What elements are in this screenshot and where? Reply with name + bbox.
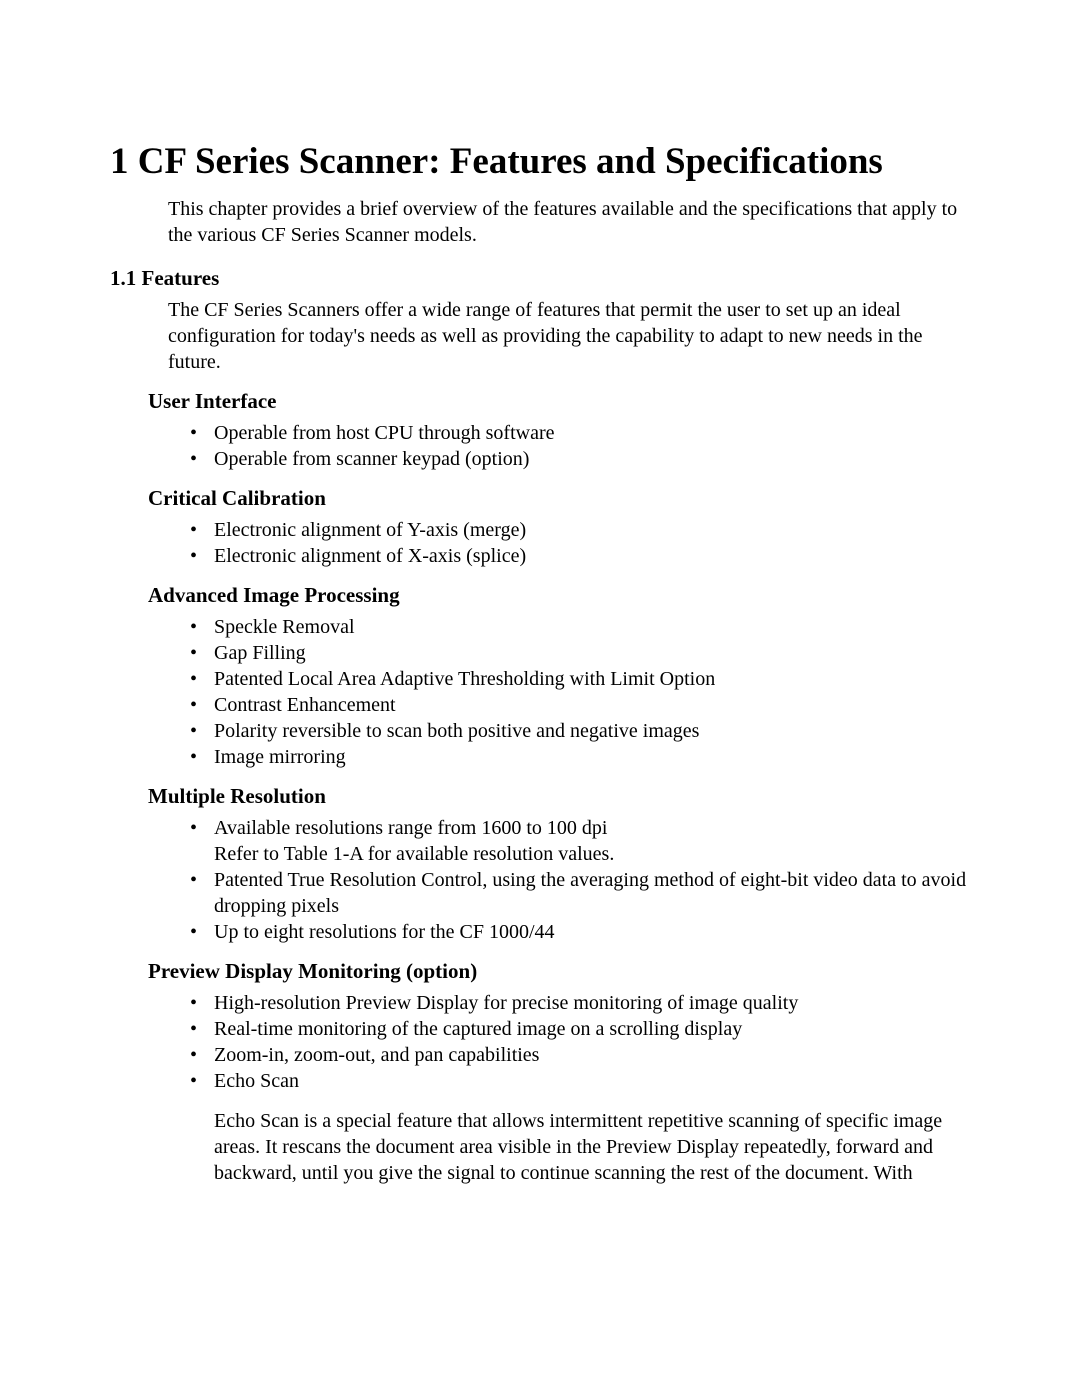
chapter-title: 1 CF Series Scanner: Features and Specif… (110, 140, 980, 184)
echo-scan-paragraph: Echo Scan is a special feature that allo… (214, 1108, 980, 1186)
list-item: Speckle Removal (190, 614, 980, 640)
list-item: Patented True Resolution Control, using … (190, 867, 980, 919)
list-item: Patented Local Area Adaptive Thresholdin… (190, 666, 980, 692)
list-item: Operable from scanner keypad (option) (190, 446, 980, 472)
features-heading: 1.1 Features (110, 266, 980, 291)
multiple-resolution-list: Available resolutions range from 1600 to… (190, 815, 980, 945)
preview-display-heading: Preview Display Monitoring (option) (148, 959, 980, 984)
list-item: Polarity reversible to scan both positiv… (190, 718, 980, 744)
preview-display-list: High-resolution Preview Display for prec… (190, 990, 980, 1094)
chapter-intro: This chapter provides a brief overview o… (168, 196, 980, 248)
list-item: Gap Filling (190, 640, 980, 666)
advanced-image-processing-list: Speckle Removal Gap Filling Patented Loc… (190, 614, 980, 770)
list-item-line: Available resolutions range from 1600 to… (214, 815, 980, 841)
features-intro: The CF Series Scanners offer a wide rang… (168, 297, 980, 375)
list-item: Contrast Enhancement (190, 692, 980, 718)
list-item: Electronic alignment of X-axis (splice) (190, 543, 980, 569)
list-item: Electronic alignment of Y-axis (merge) (190, 517, 980, 543)
list-item: Available resolutions range from 1600 to… (190, 815, 980, 867)
user-interface-list: Operable from host CPU through software … (190, 420, 980, 472)
list-item: Zoom-in, zoom-out, and pan capabilities (190, 1042, 980, 1068)
critical-calibration-list: Electronic alignment of Y-axis (merge) E… (190, 517, 980, 569)
list-item: Real-time monitoring of the captured ima… (190, 1016, 980, 1042)
list-item: Operable from host CPU through software (190, 420, 980, 446)
advanced-image-processing-heading: Advanced Image Processing (148, 583, 980, 608)
list-item-line: Refer to Table 1-A for available resolut… (214, 841, 980, 867)
list-item: Image mirroring (190, 744, 980, 770)
multiple-resolution-heading: Multiple Resolution (148, 784, 980, 809)
user-interface-heading: User Interface (148, 389, 980, 414)
list-item: High-resolution Preview Display for prec… (190, 990, 980, 1016)
list-item: Up to eight resolutions for the CF 1000/… (190, 919, 980, 945)
list-item: Echo Scan (190, 1068, 980, 1094)
critical-calibration-heading: Critical Calibration (148, 486, 980, 511)
